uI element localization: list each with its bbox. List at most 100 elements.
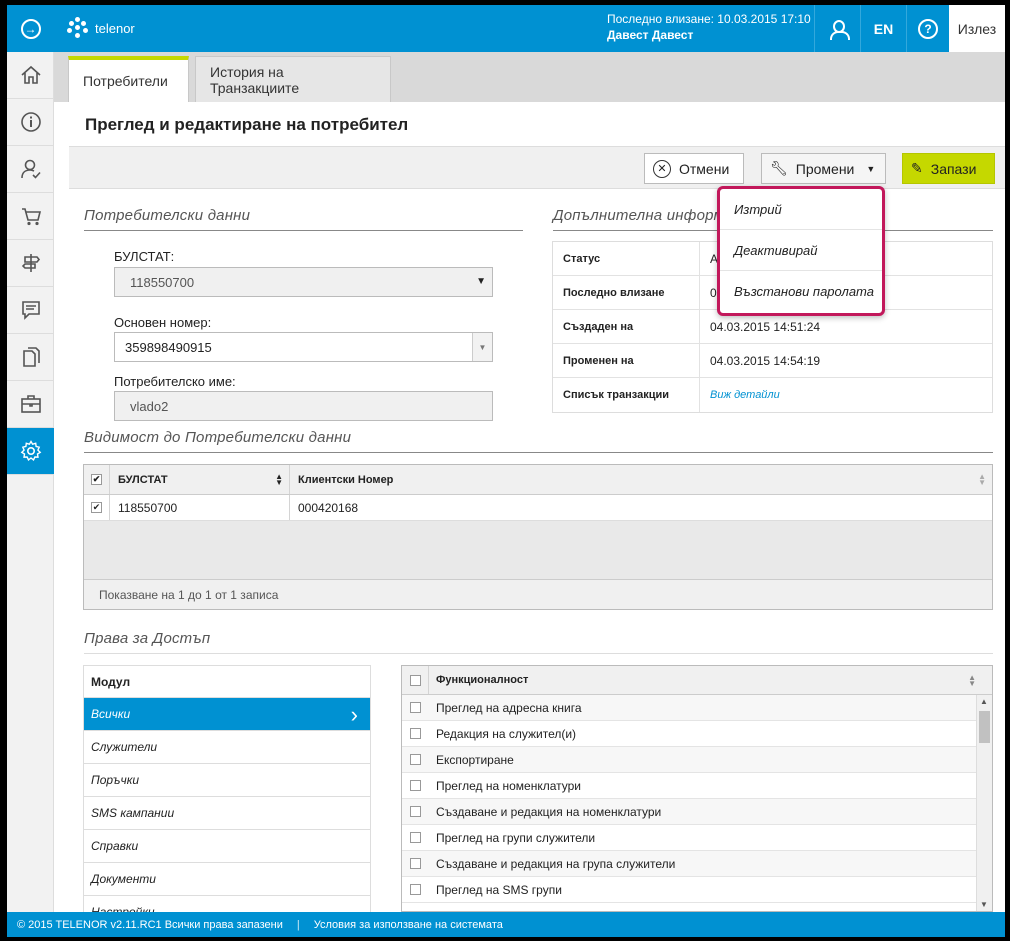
save-button[interactable]: ✎ Запази	[902, 153, 995, 184]
save-label: Запази	[930, 160, 977, 177]
profile-button[interactable]	[814, 5, 860, 52]
sidebar-item-campaigns[interactable]	[7, 240, 54, 287]
table-row[interactable]: Преглед на номенклатури	[402, 773, 992, 799]
chevron-right-icon: ›	[350, 702, 358, 727]
info-key: Списък транзакции	[553, 378, 700, 412]
col-client-label: Клиентски Номер	[298, 473, 394, 486]
module-item[interactable]: Поръчки	[83, 764, 371, 797]
row-checkbox[interactable]	[410, 858, 421, 869]
row-checkbox[interactable]	[410, 702, 421, 713]
module-item[interactable]: Документи	[83, 863, 371, 896]
table-row[interactable]: Преглед на адресна книга	[402, 695, 992, 721]
section-user-data: Потребителски данни	[84, 207, 251, 224]
help-button[interactable]: ?	[906, 5, 949, 52]
module-item[interactable]: Всички ›	[83, 698, 371, 731]
sidebar-item-reports[interactable]	[7, 381, 54, 428]
change-dropdown-button[interactable]: 🔧︎ Промени ▼	[761, 153, 886, 184]
module-item[interactable]: Настройки	[83, 896, 371, 912]
row-checkbox[interactable]: ✔	[91, 502, 102, 513]
col-client-header[interactable]: Клиентски Номер ▲ ▼	[290, 465, 992, 494]
info-row-modified: Променен на 04.03.2015 14:54:19	[553, 344, 992, 378]
section-divider	[84, 230, 523, 231]
scroll-down-icon[interactable]: ▼	[980, 900, 988, 909]
menu-toggle-button[interactable]: →	[7, 5, 54, 52]
module-item[interactable]: Справки	[83, 830, 371, 863]
col-bulstat-header[interactable]: БУЛСТАТ ▲ ▼	[110, 465, 290, 494]
dropdown-arrow-icon: ▼	[472, 333, 492, 361]
sidebar-item-employees[interactable]	[7, 146, 54, 193]
table-row[interactable]: Създаване и редакция на група служители	[402, 851, 992, 877]
row-checkbox[interactable]	[410, 884, 421, 895]
logout-button[interactable]: Излез	[949, 5, 1005, 52]
tab-users[interactable]: Потребители	[68, 56, 189, 102]
module-item[interactable]: SMS кампании	[83, 797, 371, 830]
info-icon	[20, 112, 41, 132]
sidebar-item-home[interactable]	[7, 52, 54, 99]
wrench-icon: 🔧︎	[770, 160, 788, 176]
cell-client: 000420168	[298, 500, 359, 515]
table-row[interactable]: Създаване и редакция на номенклатури	[402, 799, 992, 825]
sidebar-item-info[interactable]	[7, 99, 54, 146]
sidebar-item-messages[interactable]	[7, 287, 54, 334]
col-bulstat-label: БУЛСТАТ	[118, 473, 168, 486]
vertical-scrollbar[interactable]: ▲ ▼	[976, 695, 992, 911]
menu-item-reset-password[interactable]: Възстанови паролата	[720, 271, 882, 312]
bulstat-label: БУЛСТАТ:	[114, 249, 175, 264]
cart-icon	[21, 208, 41, 226]
row-checkbox[interactable]	[410, 832, 421, 843]
function-label: Редакция на служител(и)	[436, 726, 577, 741]
row-checkbox[interactable]	[410, 728, 421, 739]
col-function-header[interactable]: Функционалност ▲ ▼	[429, 666, 992, 694]
row-checkbox[interactable]	[410, 806, 421, 817]
copyright: © 2015 TELENOR v2.11.RC1 Всички права за…	[17, 918, 283, 931]
tab-transaction-history[interactable]: История на Транзакциите	[195, 56, 391, 102]
main-number-select[interactable]: 359898490915 ▼	[114, 332, 493, 362]
terms-link[interactable]: Условия за използване на системата	[314, 919, 503, 931]
table-row[interactable]: Преглед на SMS групи	[402, 877, 992, 903]
cancel-button[interactable]: ✕ Отмени	[644, 153, 744, 184]
arrow-right-circle-icon: →	[20, 18, 41, 39]
function-label: Експортиране	[436, 752, 514, 767]
home-icon	[20, 65, 41, 84]
select-all-cell	[402, 666, 429, 694]
chat-icon	[21, 301, 40, 320]
row-checkbox[interactable]	[410, 780, 421, 791]
session-info: Последно влизане: 10.03.2015 17:10 Давес…	[607, 11, 811, 43]
top-bar: → telenor Последно влизане: 10.03.2015 1…	[7, 5, 1005, 52]
select-all-checkbox[interactable]: ✔	[91, 474, 102, 485]
scrollbar-thumb[interactable]	[979, 711, 990, 743]
help-icon: ?	[918, 18, 938, 39]
view-details-link[interactable]: Виж детайли	[700, 389, 780, 401]
section-divider	[84, 653, 993, 654]
scroll-up-icon[interactable]: ▲	[980, 697, 988, 706]
bulstat-value: 118550700	[130, 274, 195, 290]
grid-footer: Показване на 1 до 1 от 1 записа	[84, 579, 992, 609]
action-bar: ✕ Отмени 🔧︎ Промени ▼ ✎ Запази	[69, 147, 1005, 189]
info-key: Създаден на	[553, 310, 700, 343]
table-row[interactable]: Преглед на групи служители	[402, 825, 992, 851]
main-number-label: Основен номер:	[114, 315, 212, 330]
menu-item-deactivate[interactable]: Деактивирай	[720, 230, 882, 271]
function-rows: Преглед на адресна книга Редакция на слу…	[402, 695, 992, 903]
select-all-checkbox[interactable]	[409, 674, 421, 686]
info-value: 04.03.2015 14:51:24	[710, 319, 821, 334]
menu-item-delete[interactable]: Изтрий	[720, 189, 882, 230]
bulstat-select[interactable]: 118550700 ▼	[114, 267, 493, 297]
page-title: Преглед и редактиране на потребител	[85, 115, 409, 134]
sidebar-item-documents[interactable]	[7, 334, 54, 381]
signpost-icon	[21, 254, 40, 272]
row-checkbox[interactable]	[410, 754, 421, 765]
footer: © 2015 TELENOR v2.11.RC1 Всички права за…	[7, 912, 1005, 937]
module-item[interactable]: Служители	[83, 731, 371, 764]
username-field[interactable]: vlado2	[114, 391, 493, 421]
sidebar	[7, 52, 54, 912]
language-button[interactable]: EN	[860, 5, 906, 52]
user-check-icon	[20, 159, 41, 179]
sidebar-item-settings[interactable]	[7, 428, 54, 475]
sidebar-item-orders[interactable]	[7, 193, 54, 240]
app-window: → telenor Последно влизане: 10.03.2015 1…	[7, 5, 1005, 937]
table-row[interactable]: ✔ 118550700 000420168	[84, 495, 992, 521]
function-label: Преглед на адресна книга	[436, 700, 582, 715]
table-row[interactable]: Експортиране	[402, 747, 992, 773]
table-row[interactable]: Редакция на служител(и)	[402, 721, 992, 747]
